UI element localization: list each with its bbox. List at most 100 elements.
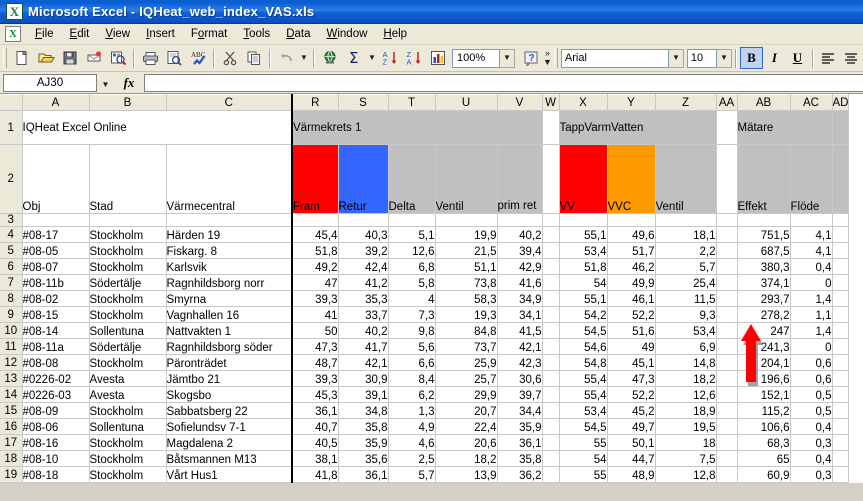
font-size-input[interactable]: 10 xyxy=(686,48,717,68)
cell-obj[interactable]: #08-11a xyxy=(22,338,90,355)
cell-vc[interactable]: Smyrna xyxy=(166,290,293,307)
cell-primret[interactable]: 34,1 xyxy=(497,306,543,323)
cell-vc[interactable]: Ragnhildsborg norr xyxy=(166,274,293,291)
empty-cell[interactable] xyxy=(542,274,560,291)
cell-ventil2[interactable]: 6,9 xyxy=(655,338,717,355)
empty-cell[interactable] xyxy=(542,226,560,243)
cell-stad[interactable]: Stockholm xyxy=(89,242,167,259)
menu-item-file[interactable]: FFileile xyxy=(27,25,62,44)
menu-item-view[interactable]: View xyxy=(97,25,138,44)
cell-vvc[interactable]: 52,2 xyxy=(607,306,656,323)
cell-ventil2[interactable]: 7,5 xyxy=(655,450,717,467)
cell-delta[interactable]: 2,5 xyxy=(388,450,436,467)
underline-button[interactable]: U xyxy=(786,47,809,69)
empty-cell[interactable] xyxy=(716,434,738,451)
cell-obj[interactable]: #08-07 xyxy=(22,258,90,275)
cell-stad[interactable]: Stockholm xyxy=(89,306,167,323)
cell-delta[interactable]: 5,7 xyxy=(388,466,436,483)
cell-vvc[interactable]: 47,3 xyxy=(607,370,656,387)
cell-ventil1[interactable]: 22,4 xyxy=(435,418,498,435)
cell-obj[interactable]: #08-02 xyxy=(22,290,90,307)
cell-retur[interactable]: 34,8 xyxy=(338,402,389,419)
menu-item-data[interactable]: Data xyxy=(278,25,318,44)
cell-ventil1[interactable]: 19,3 xyxy=(435,306,498,323)
empty-cell[interactable] xyxy=(89,213,167,227)
column-header-W[interactable]: W xyxy=(542,94,560,111)
cell-stad[interactable]: Avesta xyxy=(89,370,167,387)
cell-effekt[interactable]: 380,3 xyxy=(737,258,791,275)
cell-vvc[interactable]: 49,7 xyxy=(607,418,656,435)
row-header-11[interactable]: 11 xyxy=(0,338,23,355)
cell-effekt[interactable]: 247 xyxy=(737,322,791,339)
cell-stad[interactable]: Stockholm xyxy=(89,226,167,243)
empty-cell[interactable] xyxy=(832,306,850,323)
cell-obj[interactable]: #08-08 xyxy=(22,354,90,371)
empty-cell[interactable] xyxy=(435,213,498,227)
empty-cell[interactable] xyxy=(542,418,560,435)
new-document-icon[interactable] xyxy=(10,47,34,70)
cell-delta[interactable]: 8,4 xyxy=(388,370,436,387)
cell-obj[interactable]: #0226-02 xyxy=(22,370,90,387)
cell-effekt[interactable]: 293,7 xyxy=(737,290,791,307)
cell-primret[interactable]: 34,9 xyxy=(497,290,543,307)
cell-vvc[interactable]: 49,9 xyxy=(607,274,656,291)
cell-vc[interactable]: Magdalena 2 xyxy=(166,434,293,451)
cell-ventil1[interactable]: 25,7 xyxy=(435,370,498,387)
empty-cell[interactable] xyxy=(832,242,850,259)
cell-primret[interactable]: 39,7 xyxy=(497,386,543,403)
row-header-10[interactable]: 10 xyxy=(0,322,23,339)
empty-cell[interactable] xyxy=(832,466,850,483)
cell-retur[interactable]: 40,2 xyxy=(338,322,389,339)
row-header-13[interactable]: 13 xyxy=(0,370,23,387)
copy-icon[interactable] xyxy=(242,47,266,70)
font-size-dropdown-arrow[interactable]: ▼ xyxy=(716,48,732,68)
cell-obj[interactable]: #08-09 xyxy=(22,402,90,419)
cell-stad[interactable]: Stockholm xyxy=(89,466,167,483)
cell-ventil2[interactable]: 19,5 xyxy=(655,418,717,435)
cell-vc[interactable]: Päronträdet xyxy=(166,354,293,371)
empty-cell[interactable] xyxy=(716,213,738,227)
cell-delta[interactable]: 5,6 xyxy=(388,338,436,355)
cell-obj[interactable]: #08-14 xyxy=(22,322,90,339)
align-center-icon[interactable] xyxy=(840,47,863,69)
hyperlink-globe-icon[interactable] xyxy=(318,47,342,70)
cell-vv[interactable]: 54 xyxy=(559,450,608,467)
empty-cell[interactable] xyxy=(542,242,560,259)
cell-fram[interactable]: 36,1 xyxy=(292,402,339,419)
cell-primret[interactable]: 30,6 xyxy=(497,370,543,387)
cell-ventil1[interactable]: 20,6 xyxy=(435,434,498,451)
toolbar-overflow-chevrons[interactable]: » ▼ xyxy=(543,49,552,67)
cell-obj[interactable]: #08-16 xyxy=(22,434,90,451)
cell-stad[interactable]: Stockholm xyxy=(89,402,167,419)
empty-cell[interactable] xyxy=(716,450,738,467)
empty-cell[interactable] xyxy=(832,354,850,371)
menu-item-insert[interactable]: Insert xyxy=(138,25,183,44)
cell-fram[interactable]: 45,3 xyxy=(292,386,339,403)
zoom-dropdown-arrow[interactable]: ▼ xyxy=(500,48,515,68)
row-header-17[interactable]: 17 xyxy=(0,434,23,451)
cell-retur[interactable]: 41,7 xyxy=(338,338,389,355)
cell-vv[interactable]: 55,1 xyxy=(559,226,608,243)
cell-effekt[interactable]: 68,3 xyxy=(737,434,791,451)
column-header-T[interactable]: T xyxy=(388,94,436,111)
cell-flode[interactable]: 0,4 xyxy=(790,258,833,275)
empty-cell[interactable] xyxy=(542,434,560,451)
empty-cell[interactable] xyxy=(542,258,560,275)
empty-cell[interactable] xyxy=(716,354,738,371)
empty-cell[interactable] xyxy=(716,242,738,259)
empty-cell[interactable] xyxy=(542,466,560,483)
empty-cell[interactable] xyxy=(716,290,738,307)
cell-vc[interactable]: Ragnhildsborg söder xyxy=(166,338,293,355)
cell-flode[interactable]: 4,1 xyxy=(790,226,833,243)
cell-retur[interactable]: 35,9 xyxy=(338,434,389,451)
empty-cell[interactable] xyxy=(542,322,560,339)
undo-icon[interactable] xyxy=(274,47,298,70)
cell-vc[interactable]: Båtsmannen M13 xyxy=(166,450,293,467)
empty-cell[interactable] xyxy=(497,213,543,227)
menu-item-format[interactable]: Format xyxy=(183,25,235,44)
formatting-toolbar-grip[interactable] xyxy=(553,48,558,68)
cell-flode[interactable]: 0,6 xyxy=(790,370,833,387)
search-icon[interactable] xyxy=(106,47,130,70)
cell-vvc[interactable]: 49,6 xyxy=(607,226,656,243)
cell-vv[interactable]: 55 xyxy=(559,466,608,483)
